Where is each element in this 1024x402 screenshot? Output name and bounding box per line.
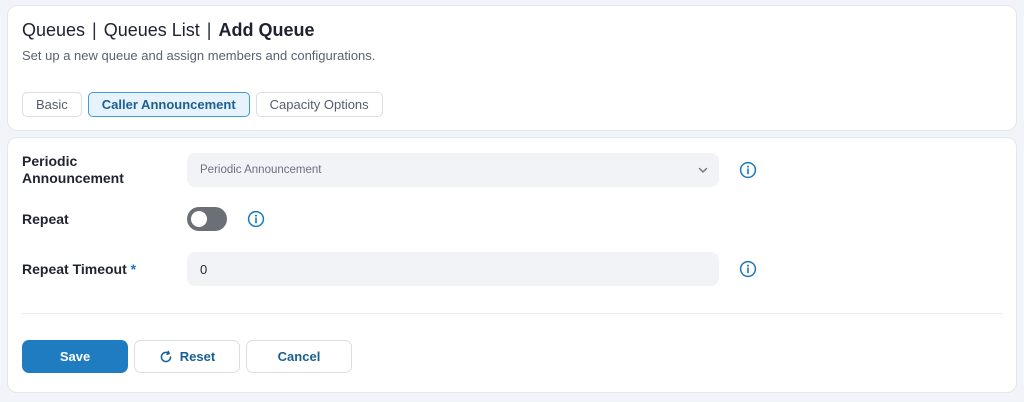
cancel-button[interactable]: Cancel: [246, 340, 352, 373]
periodic-announcement-label: Periodic Announcement: [22, 153, 124, 186]
page-subtitle: Set up a new queue and assign members an…: [22, 48, 376, 63]
breadcrumb-queues[interactable]: Queues: [22, 20, 85, 41]
repeat-toggle[interactable]: [187, 207, 227, 231]
repeat-timeout-value: 0: [200, 261, 208, 277]
tab-capacity-options[interactable]: Capacity Options: [255, 92, 383, 117]
reset-button[interactable]: Reset: [134, 340, 240, 373]
breadcrumb-separator: |: [92, 20, 97, 40]
repeat-timeout-label: Repeat Timeout *: [22, 261, 137, 277]
breadcrumb: Queues | Queues List | Add Queue: [22, 20, 315, 41]
repeat-timeout-info-icon[interactable]: [739, 260, 757, 278]
breadcrumb-separator: |: [206, 20, 212, 40]
tab-basic[interactable]: Basic: [22, 92, 82, 117]
form-card: Periodic Announcement Periodic Announcem…: [7, 137, 1017, 393]
page-header-card: Queues | Queues List | Add Queue Set up …: [7, 5, 1017, 131]
reset-button-label: Reset: [179, 349, 216, 364]
chevron-down-icon: [698, 167, 708, 173]
refresh-icon: [160, 350, 172, 362]
periodic-announcement-info-icon[interactable]: [739, 161, 757, 179]
toggle-knob: [191, 211, 207, 227]
periodic-announcement-placeholder: Periodic Announcement: [200, 164, 322, 176]
required-marker: *: [130, 261, 137, 277]
save-button[interactable]: Save: [22, 340, 128, 373]
tab-bar: Basic Caller Announcement Capacity Optio…: [22, 92, 383, 117]
breadcrumb-queues-list[interactable]: Queues List: [104, 20, 200, 41]
tab-caller-announcement[interactable]: Caller Announcement: [87, 92, 250, 117]
repeat-label: Repeat: [22, 211, 69, 227]
periodic-announcement-select[interactable]: Periodic Announcement: [187, 153, 719, 187]
repeat-info-icon[interactable]: [247, 210, 265, 228]
page-title: Add Queue: [218, 20, 315, 40]
divider: [22, 313, 1002, 314]
repeat-timeout-input[interactable]: 0: [187, 252, 719, 286]
